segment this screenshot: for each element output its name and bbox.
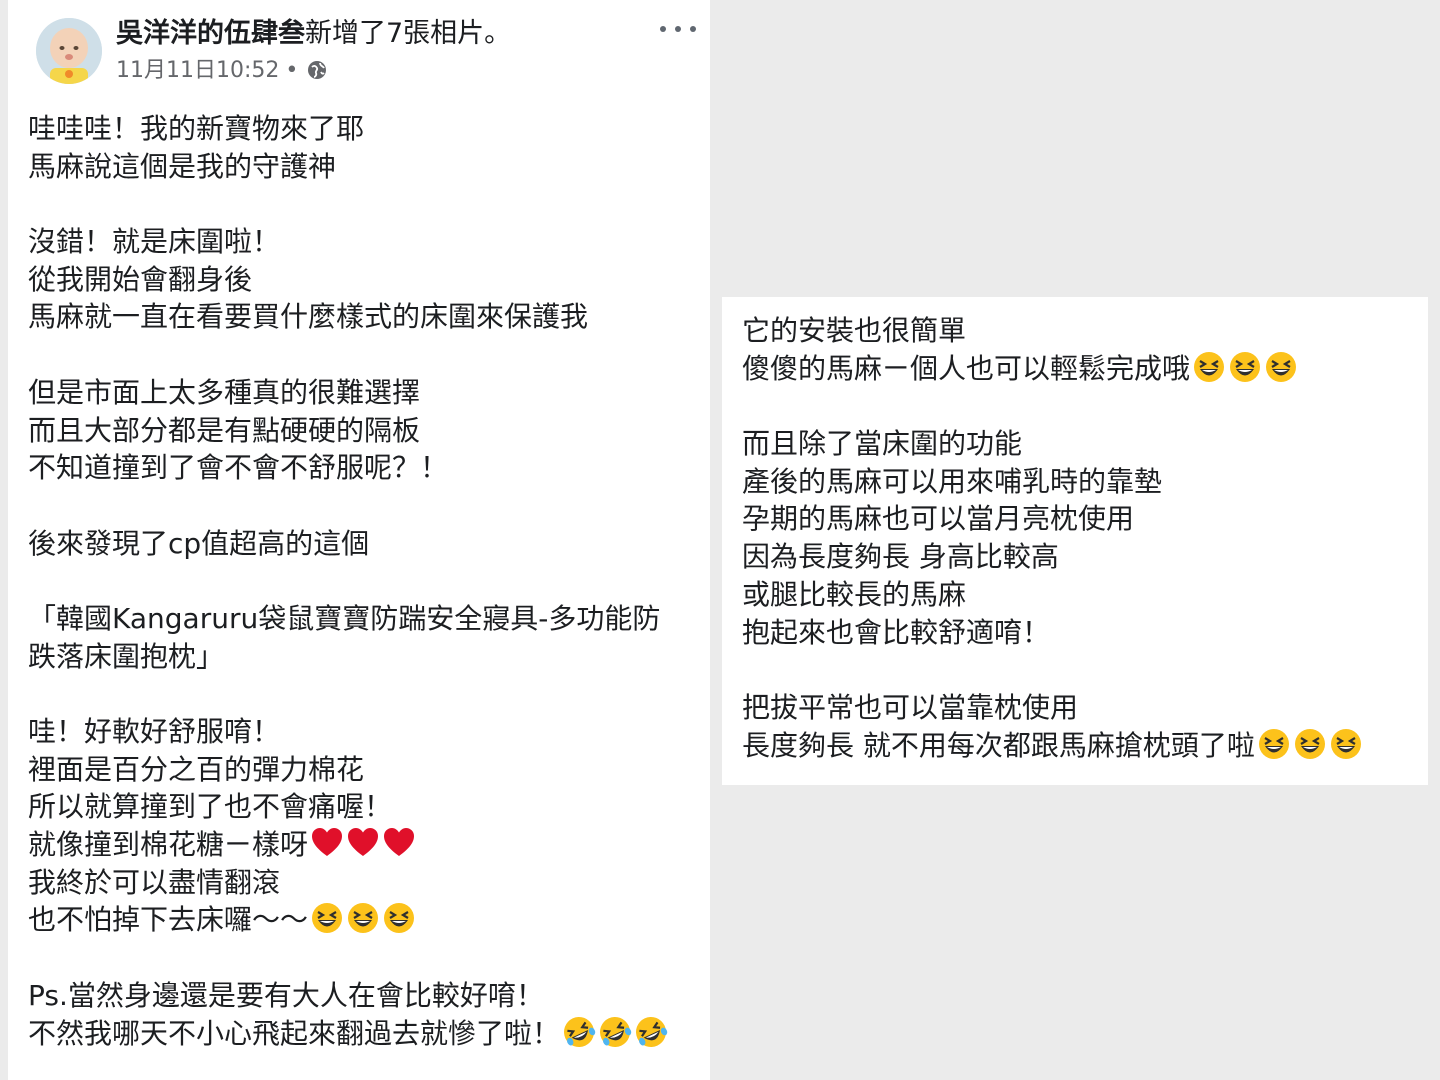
- grinning-squinting-emoji: [1257, 727, 1291, 761]
- post-line: 抱起來也會比較舒適唷！: [742, 615, 1051, 649]
- post-line: 把拔平常也可以當靠枕使用: [742, 690, 1079, 724]
- red-heart-emoji: [346, 826, 380, 860]
- post-timestamp[interactable]: 11月11日10:52: [116, 58, 279, 83]
- post-line-text: 長度夠長 就不用每次都跟馬麻搶枕頭了啦: [742, 728, 1255, 762]
- post-line: 「韓國Kangaruru袋鼠寶寶防踹安全寢具-多功能防: [28, 601, 661, 635]
- red-heart-emoji: [310, 826, 344, 860]
- post-line: 但是市面上太多種真的很難選擇: [28, 375, 421, 409]
- author-line: 吳洋洋的伍肆叁新增了7張相片。: [116, 16, 511, 52]
- author-name[interactable]: 吳洋洋的伍肆叁: [116, 18, 305, 49]
- post-line: 哇！好軟好舒服唷！: [28, 715, 281, 748]
- avatar[interactable]: [36, 18, 102, 84]
- post-line: 不知道撞到了會不會不舒服呢？！: [28, 451, 449, 485]
- post-continuation-card: 它的安裝也很簡單 傻傻的馬麻ㄧ個人也可以輕鬆完成哦 而且除了當床圍的功能 產後的…: [722, 297, 1428, 785]
- post-line: 從我開始會翻身後: [28, 262, 253, 296]
- post-line: 而且大部分都是有點硬硬的隔板: [28, 413, 421, 447]
- grinning-squinting-emoji: [1264, 350, 1298, 384]
- post-line: 而且除了當床圍的功能: [742, 427, 1023, 461]
- post-line-with-emoji: 不然我哪天不小心飛起來翻過去就慘了啦！: [28, 1015, 698, 1053]
- grinning-squinting-emoji: [310, 901, 344, 935]
- post-line: 裡面是百分之百的彈力棉花: [28, 752, 365, 786]
- post-line: 馬麻就一直在看要買什麼樣式的床圍來保護我: [28, 300, 589, 334]
- post-text: 哇哇哇！我的新寶物來了耶 馬麻說這個是我的守護神 沒錯！就是床圍啦！ 從我開始會…: [28, 110, 698, 1052]
- post-line: 孕期的馬麻也可以當月亮枕使用: [742, 502, 1135, 536]
- grinning-squinting-emoji: [1293, 727, 1327, 761]
- post-line-text: 傻傻的馬麻ㄧ個人也可以輕鬆完成哦: [742, 351, 1191, 385]
- globe-icon[interactable]: [306, 59, 328, 90]
- post-line: 所以就算撞到了也不會痛喔！: [28, 790, 393, 824]
- post-line: 我終於可以盡情翻滾: [28, 865, 281, 899]
- rolling-on-floor-laughing-emoji: [562, 1015, 596, 1049]
- post-line: 它的安裝也很簡單: [742, 314, 967, 347]
- post-line: 跌落床圍抱枕」: [28, 639, 225, 673]
- post-line-text: 也不怕掉下去床囉～～: [28, 903, 309, 937]
- grinning-squinting-emoji: [1228, 350, 1262, 384]
- post-action-text: 新增了7張相片。: [305, 18, 512, 49]
- post-line-text: 不然我哪天不小心飛起來翻過去就慘了啦！: [28, 1016, 561, 1050]
- post-line-with-emoji: 長度夠長 就不用每次都跟馬麻搶枕頭了啦: [742, 727, 1422, 765]
- post-card: 吳洋洋的伍肆叁新增了7張相片。 11月11日10:52 • 哇哇哇！我的新寶物來了…: [8, 0, 710, 1080]
- post-line-with-emoji: 就像撞到棉花糖ㄧ樣呀: [28, 826, 698, 864]
- grinning-squinting-emoji: [382, 901, 416, 935]
- post-line-with-emoji: 也不怕掉下去床囉～～: [28, 901, 698, 939]
- post-line: 或腿比較長的馬麻: [742, 577, 967, 611]
- post-line: 產後的馬麻可以用來哺乳時的靠墊: [742, 464, 1163, 498]
- post-header: 吳洋洋的伍肆叁新增了7張相片。 11月11日10:52 •: [28, 12, 698, 88]
- post-line: 後來發現了cp值超高的這個: [28, 526, 370, 560]
- post-meta: 11月11日10:52 •: [116, 56, 328, 90]
- more-options-icon[interactable]: [658, 18, 698, 38]
- post-line: 沒錯！就是床圍啦！: [28, 225, 281, 259]
- red-heart-emoji: [382, 826, 416, 860]
- post-line-with-emoji: 傻傻的馬麻ㄧ個人也可以輕鬆完成哦: [742, 350, 1422, 388]
- post-text-continued: 它的安裝也很簡單 傻傻的馬麻ㄧ個人也可以輕鬆完成哦 而且除了當床圍的功能 產後的…: [742, 312, 1422, 764]
- post-line-text: 就像撞到棉花糖ㄧ樣呀: [28, 828, 309, 862]
- rolling-on-floor-laughing-emoji: [598, 1015, 632, 1049]
- grinning-squinting-emoji: [1329, 727, 1363, 761]
- post-line: 哇哇哇！我的新寶物來了耶: [28, 112, 365, 145]
- meta-separator: •: [285, 58, 299, 83]
- post-line: 因為長度夠長 身高比較高: [742, 540, 1059, 574]
- grinning-squinting-emoji: [346, 901, 380, 935]
- rolling-on-floor-laughing-emoji: [634, 1015, 668, 1049]
- post-line: 馬麻說這個是我的守護神: [28, 149, 337, 183]
- post-line: Ps.當然身邊還是要有大人在會比較好唷！: [28, 978, 544, 1012]
- grinning-squinting-emoji: [1192, 350, 1226, 384]
